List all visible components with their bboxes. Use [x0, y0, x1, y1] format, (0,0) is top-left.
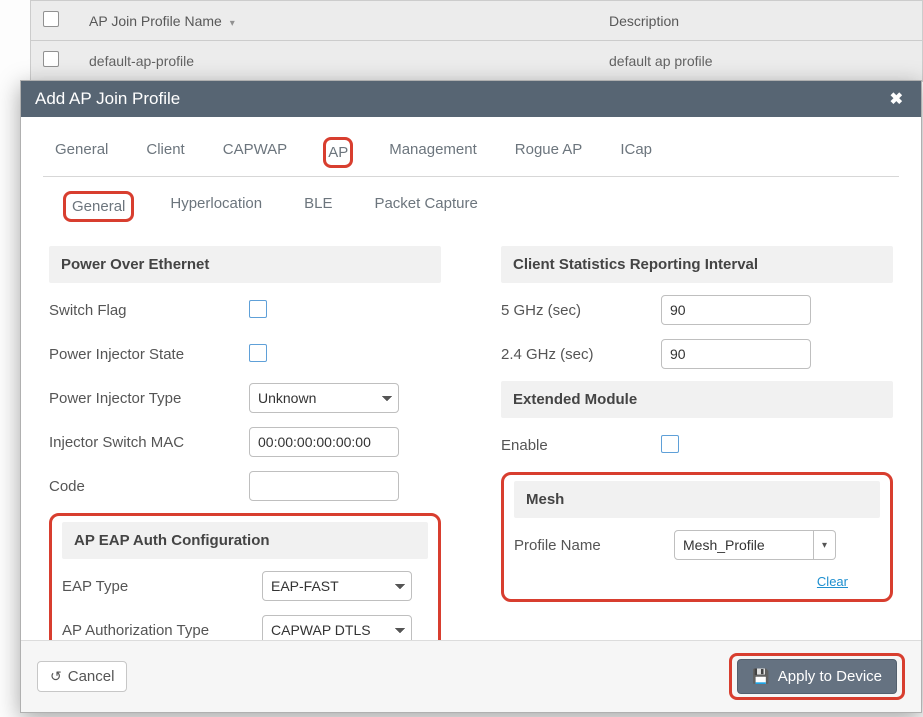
power-injector-state-label: Power Injector State	[49, 346, 249, 363]
right-column: Client Statistics Reporting Interval 5 G…	[501, 246, 893, 640]
mesh-profile-name-label: Profile Name	[514, 537, 674, 554]
modal-body: General Client CAPWAP AP Management Rogu…	[21, 117, 921, 640]
left-column: Power Over Ethernet Switch Flag Power In…	[49, 246, 441, 640]
tab-rogue-ap[interactable]: Rogue AP	[513, 137, 585, 168]
chevron-down-icon: ▾	[230, 18, 235, 29]
poe-section-title: Power Over Ethernet	[49, 246, 441, 283]
power-injector-type-label: Power Injector Type	[49, 390, 249, 407]
subtab-ble[interactable]: BLE	[298, 191, 338, 222]
ap-auth-type-select[interactable]: CAPWAP DTLS	[262, 615, 412, 640]
ext-enable-label: Enable	[501, 437, 661, 454]
cancel-button-label: Cancel	[68, 668, 115, 685]
eap-type-label: EAP Type	[62, 578, 262, 595]
mesh-clear-link[interactable]: Clear	[817, 574, 848, 589]
tabs-secondary: General Hyperlocation BLE Packet Capture	[43, 185, 899, 230]
power-injector-type-select[interactable]: Unknown	[249, 383, 399, 413]
subtab-hyperlocation[interactable]: Hyperlocation	[164, 191, 268, 222]
tabs-primary: General Client CAPWAP AP Management Rogu…	[43, 127, 899, 177]
tab-icap[interactable]: ICap	[618, 137, 654, 168]
eap-highlight-box: AP EAP Auth Configuration EAP Type EAP-F…	[49, 513, 441, 640]
cancel-button[interactable]: ↺ Cancel	[37, 661, 127, 692]
row-desc: default ap profile	[597, 41, 922, 81]
col-header-desc-label: Description	[609, 13, 679, 29]
code-label: Code	[49, 478, 249, 495]
ap-auth-type-label: AP Authorization Type	[62, 622, 262, 639]
row-name: default-ap-profile	[77, 41, 597, 81]
add-ap-join-profile-modal: Add AP Join Profile ✖ General Client CAP…	[20, 80, 922, 713]
mesh-section-title: Mesh	[514, 481, 880, 518]
table-row[interactable]: default-ap-profile default ap profile	[31, 41, 922, 81]
eap-section-title: AP EAP Auth Configuration	[62, 522, 428, 559]
injector-switch-mac-label: Injector Switch MAC	[49, 434, 249, 451]
ext-module-section-title: Extended Module	[501, 381, 893, 418]
tab-client[interactable]: Client	[144, 137, 186, 168]
row-checkbox[interactable]	[43, 51, 59, 67]
apply-button-label: Apply to Device	[778, 668, 882, 685]
switch-flag-checkbox[interactable]	[249, 300, 267, 318]
modal-header: Add AP Join Profile ✖	[21, 81, 921, 117]
eap-type-select[interactable]: EAP-FAST	[262, 571, 412, 601]
subtab-packet-capture[interactable]: Packet Capture	[368, 191, 483, 222]
undo-icon: ↺	[50, 668, 62, 685]
five-ghz-label: 5 GHz (sec)	[501, 302, 661, 319]
power-injector-state-checkbox[interactable]	[249, 344, 267, 362]
tab-management[interactable]: Management	[387, 137, 479, 168]
mesh-highlight-box: Mesh Profile Name Mesh_Profile ▾ Clear	[501, 472, 893, 602]
stats-section-title: Client Statistics Reporting Interval	[501, 246, 893, 283]
apply-highlight-box: 💾 Apply to Device	[729, 653, 905, 700]
tab-capwap[interactable]: CAPWAP	[221, 137, 289, 168]
tab-ap[interactable]: AP	[323, 137, 353, 168]
injector-switch-mac-input[interactable]	[249, 427, 399, 457]
ext-enable-checkbox[interactable]	[661, 435, 679, 453]
subtab-general[interactable]: General	[63, 191, 134, 222]
switch-flag-label: Switch Flag	[49, 302, 249, 319]
chevron-down-icon[interactable]: ▾	[814, 530, 836, 560]
mesh-profile-name-select[interactable]: Mesh_Profile	[674, 530, 814, 560]
background-profile-table: AP Join Profile Name ▾ Description defau…	[30, 0, 923, 82]
code-input[interactable]	[249, 471, 399, 501]
two-ghz-input[interactable]	[661, 339, 811, 369]
save-icon: 💾	[752, 668, 769, 685]
five-ghz-input[interactable]	[661, 295, 811, 325]
modal-title: Add AP Join Profile	[35, 89, 180, 109]
tab-general[interactable]: General	[53, 137, 110, 168]
close-icon[interactable]: ✖	[886, 89, 907, 109]
modal-footer: ↺ Cancel 💾 Apply to Device	[21, 640, 921, 712]
col-header-desc[interactable]: Description	[597, 1, 922, 41]
two-ghz-label: 2.4 GHz (sec)	[501, 346, 661, 363]
select-all-checkbox[interactable]	[43, 11, 59, 27]
col-header-name-label: AP Join Profile Name	[89, 13, 222, 29]
apply-to-device-button[interactable]: 💾 Apply to Device	[737, 659, 897, 694]
col-header-name[interactable]: AP Join Profile Name ▾	[77, 1, 597, 41]
